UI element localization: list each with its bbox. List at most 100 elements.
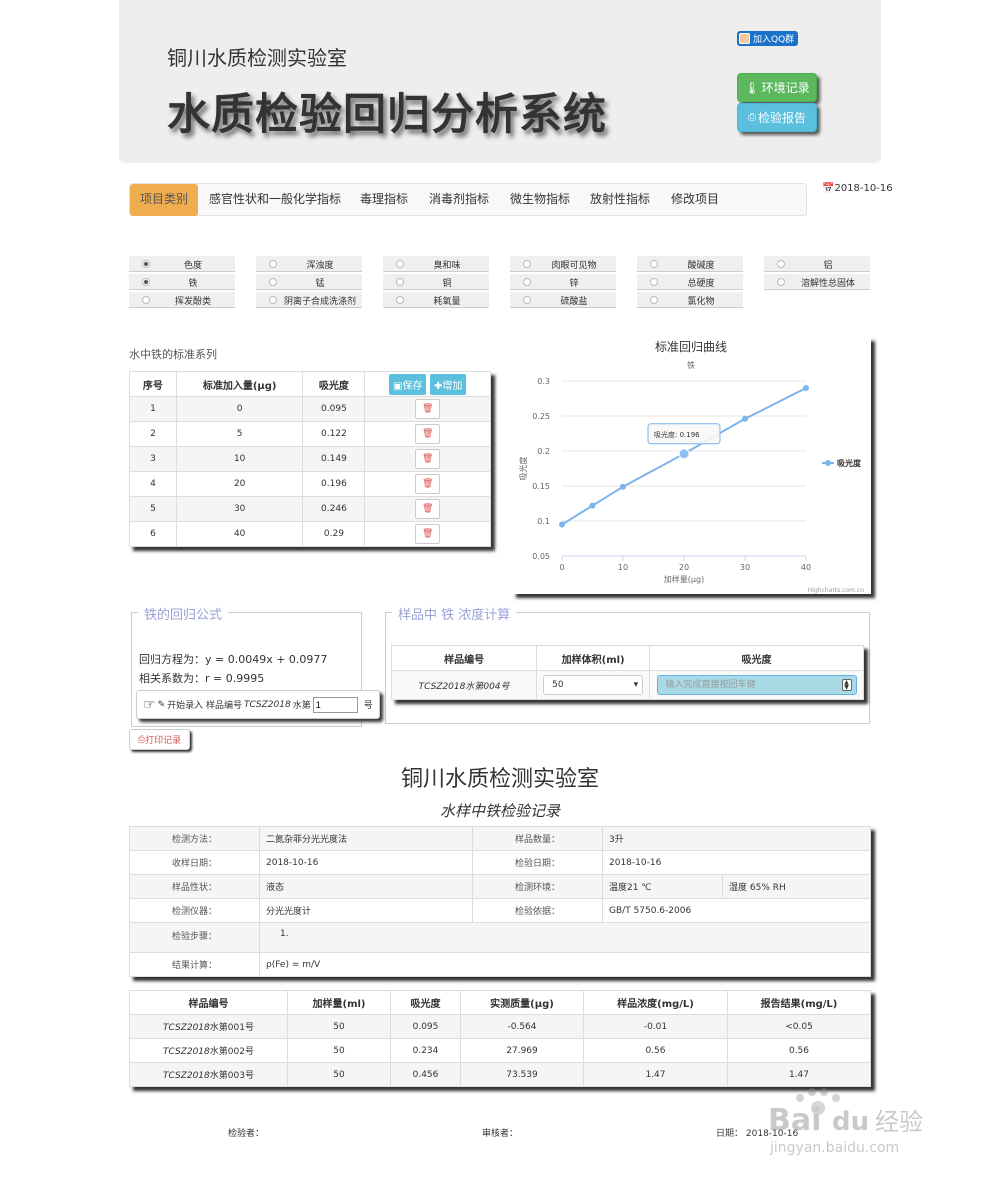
qty-value: 3升 <box>602 826 871 851</box>
radio-button[interactable] <box>142 278 150 286</box>
join-qq-button[interactable]: 加入QQ群 <box>737 31 798 46</box>
trash-icon[interactable]: 🗑 <box>415 499 441 519</box>
indicator-radio[interactable]: 铜 <box>383 274 489 290</box>
nav-item-toxicology[interactable]: 毒理指标 <box>360 184 408 215</box>
table-row: TCSZ2018水第001号 50 0.095 -0.564 -0.01 <0.05 <box>129 1014 871 1039</box>
absorbance-input[interactable]: 输入完成直接按回车键 ▲ ▼ <box>656 675 857 695</box>
radio-button[interactable] <box>650 260 658 268</box>
nav-item-sensory[interactable]: 感官性状和一般化学指标 <box>209 184 341 215</box>
entry-code: TCSZ2018 <box>243 699 291 710</box>
indicator-radio[interactable]: 肉眼可见物 <box>510 256 616 272</box>
nav-item-microbial[interactable]: 微生物指标 <box>510 184 570 215</box>
radio-button[interactable] <box>650 278 658 286</box>
radio-button[interactable] <box>269 260 277 268</box>
col-result-abs: 吸光度 <box>390 990 461 1015</box>
cell-abs: 0.196 <box>302 471 366 497</box>
radio-button[interactable] <box>777 278 785 286</box>
y-tick-label: 0.2 <box>537 447 550 456</box>
entry-mid: 水第 <box>292 701 311 711</box>
radio-label: 阴离子合成洗涤剂 <box>283 297 356 307</box>
result-report: <0.05 <box>727 1014 871 1039</box>
system-title: 水质检验回归分析系统 <box>167 90 607 140</box>
join-qq-label: 加入QQ群 <box>753 35 795 45</box>
radio-button[interactable] <box>396 260 404 268</box>
watermark-text-du: du <box>832 1107 869 1137</box>
radio-label: 色度 <box>183 261 202 271</box>
nav-item-disinfectant[interactable]: 消毒剂指标 <box>429 184 489 215</box>
result-id-code: TCSZ2018 <box>163 1023 210 1033</box>
indicator-radio[interactable]: 总硬度 <box>637 274 743 290</box>
inspection-report-button[interactable]: ⎙ 检验报告 <box>737 103 817 132</box>
radio-button[interactable] <box>523 278 531 286</box>
indicator-radio[interactable]: 硫酸盐 <box>510 292 616 308</box>
indicator-radio[interactable]: 色度 <box>129 256 235 272</box>
radio-button[interactable] <box>523 296 531 304</box>
thermometer-icon: 🌡 <box>744 80 760 95</box>
indicator-radio[interactable]: 挥发酚类 <box>129 292 235 308</box>
cell-no: 3 <box>129 446 177 472</box>
top-date-value: 2018-10-16 <box>834 183 893 194</box>
volume-cell: 50 <box>536 670 651 700</box>
save-button[interactable]: ▣保存 <box>389 373 427 395</box>
radio-button[interactable] <box>523 260 531 268</box>
trash-icon[interactable]: 🗑 <box>415 424 441 444</box>
indicator-radio[interactable]: 溶解性总固体 <box>764 274 870 290</box>
nav-item-category[interactable]: 项目类别 <box>130 184 199 216</box>
radio-button[interactable] <box>777 260 785 268</box>
trash-icon[interactable]: 🗑 <box>415 524 441 544</box>
indicator-radio[interactable]: 铝 <box>764 256 870 272</box>
indicator-radio[interactable]: 氯化物 <box>637 292 743 308</box>
recv-label: 收样日期： <box>129 850 260 875</box>
result-id-rest: 水第003号 <box>209 1071 254 1081</box>
col-amount: 标准加入量(μg) <box>175 371 304 397</box>
radio-label: 耗氧量 <box>433 297 461 307</box>
indicator-radio[interactable]: 阴离子合成洗涤剂 <box>256 292 362 308</box>
spinner-icon[interactable]: ▲ ▼ <box>841 679 852 691</box>
print-record-button[interactable]: ⎙ 打印记录 <box>129 729 190 750</box>
cell-abs: 0.29 <box>302 521 366 547</box>
chart-credit: Highcharts.com.cn <box>808 587 864 594</box>
indicator-radio[interactable]: 浑浊度 <box>256 256 362 272</box>
col-result-id: 样品编号 <box>129 990 288 1015</box>
env-record-button[interactable]: 🌡 环境记录 <box>737 73 817 102</box>
trash-icon[interactable]: 🗑 <box>415 474 441 494</box>
print-icon: ⎙ <box>747 112 756 123</box>
result-report: 0.56 <box>727 1038 871 1063</box>
radio-label: 肉眼可见物 <box>551 261 597 271</box>
radio-button[interactable] <box>650 296 658 304</box>
radio-button[interactable] <box>142 296 150 304</box>
indicator-radio[interactable]: 锰 <box>256 274 362 290</box>
result-id: TCSZ2018水第003号 <box>129 1062 288 1087</box>
volume-select[interactable]: 50 <box>543 675 644 695</box>
data-point <box>803 385 809 391</box>
trash-icon[interactable]: 🗑 <box>415 399 441 419</box>
radio-button[interactable] <box>269 278 277 286</box>
nav-item-radioactive[interactable]: 放射性指标 <box>590 184 650 215</box>
indicator-radio[interactable]: 酸碱度 <box>637 256 743 272</box>
report-title: 铜川水质检测实验室 <box>400 767 599 792</box>
add-row-button[interactable]: ✚增加 <box>429 373 467 395</box>
radio-button[interactable] <box>142 260 150 268</box>
result-conc: 0.56 <box>583 1038 728 1063</box>
nav-item-edit[interactable]: 修改项目 <box>671 184 719 215</box>
inspection-report-label: 检验报告 <box>757 111 806 125</box>
trash-icon[interactable]: 🗑 <box>415 449 441 469</box>
steps-label: 检验步骤： <box>129 922 260 953</box>
sample-entry-box: ☞ ✎ 开始录入 样品编号TCSZ2018水第 号 <box>136 690 380 719</box>
radio-label: 锰 <box>315 279 325 289</box>
result-id: TCSZ2018水第001号 <box>129 1014 288 1039</box>
radio-button[interactable] <box>396 278 404 286</box>
col-volume: 加样体积(ml) <box>536 645 651 671</box>
cell-no: 4 <box>129 471 177 497</box>
chart-subtitle: 铁 <box>687 360 695 370</box>
col-result-report: 报告结果(mg/L) <box>727 990 871 1015</box>
indicator-radio[interactable]: 铁 <box>129 274 235 290</box>
indicator-radio[interactable]: 臭和味 <box>383 256 489 272</box>
radio-button[interactable] <box>396 296 404 304</box>
indicator-radio[interactable]: 耗氧量 <box>383 292 489 308</box>
start-number-input[interactable] <box>312 696 358 713</box>
method-value: 二氮杂菲分光光度法 <box>259 826 473 851</box>
indicator-radio[interactable]: 锌 <box>510 274 616 290</box>
y-tick-label: 0.1 <box>537 517 550 526</box>
radio-button[interactable] <box>269 296 277 304</box>
